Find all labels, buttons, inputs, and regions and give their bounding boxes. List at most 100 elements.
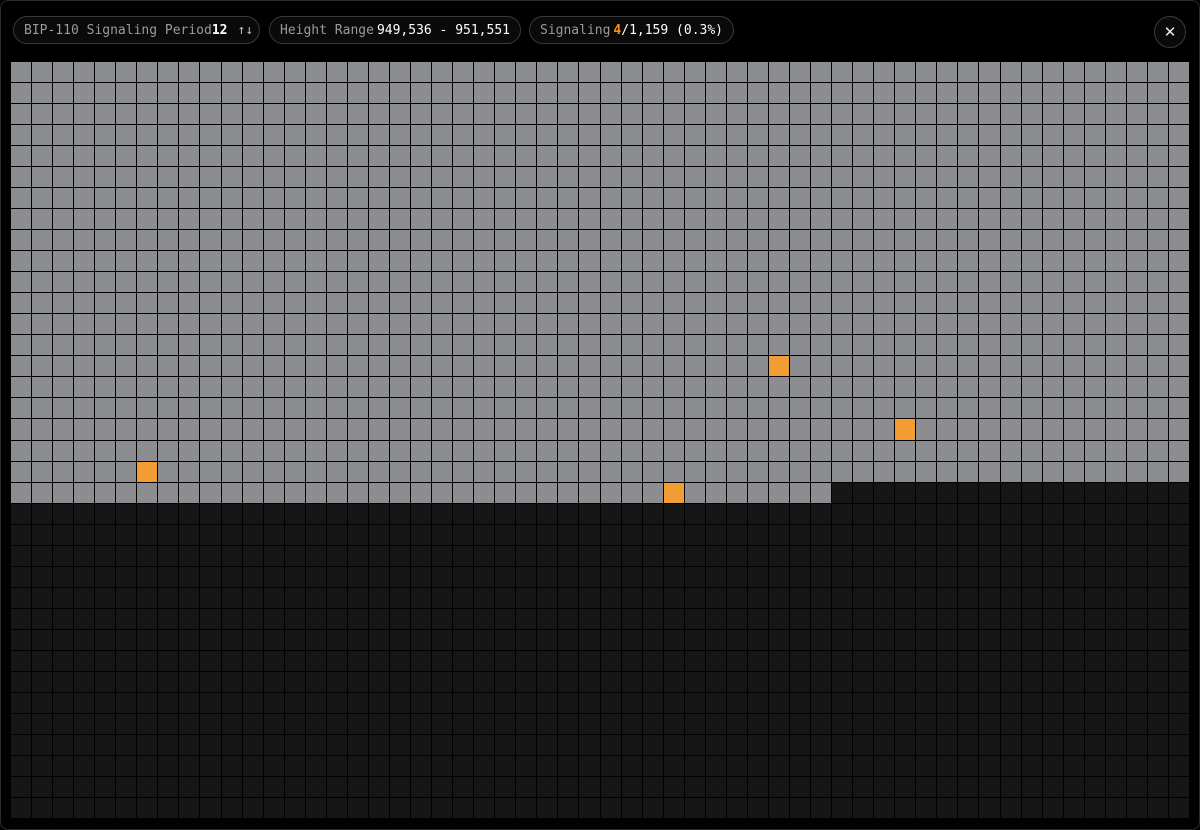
mined-block[interactable] <box>1147 230 1168 251</box>
mined-block[interactable] <box>284 83 305 104</box>
mined-block[interactable] <box>937 188 958 209</box>
mined-block[interactable] <box>389 188 411 209</box>
mined-block[interactable] <box>979 104 1000 125</box>
mined-block[interactable] <box>1042 272 1063 293</box>
mined-block[interactable] <box>600 230 621 251</box>
mined-block[interactable] <box>1147 293 1168 314</box>
mined-block[interactable] <box>663 293 684 314</box>
mined-block[interactable] <box>1147 83 1168 104</box>
mined-block[interactable] <box>726 272 747 293</box>
mined-block[interactable] <box>579 167 600 188</box>
mined-block[interactable] <box>642 104 663 125</box>
mined-block[interactable] <box>495 377 516 398</box>
mined-block[interactable] <box>811 104 832 125</box>
mined-block[interactable] <box>621 482 642 503</box>
mined-block[interactable] <box>11 314 32 335</box>
mined-block[interactable] <box>684 314 705 335</box>
mined-block[interactable] <box>937 398 958 419</box>
mined-block[interactable] <box>1000 356 1021 377</box>
mined-block[interactable] <box>937 335 958 356</box>
mined-block[interactable] <box>284 335 305 356</box>
mined-block[interactable] <box>789 62 811 83</box>
mined-block[interactable] <box>600 419 621 440</box>
mined-block[interactable] <box>242 209 263 230</box>
mined-block[interactable] <box>1105 188 1126 209</box>
mined-block[interactable] <box>642 440 663 461</box>
mined-block[interactable] <box>432 335 453 356</box>
mined-block[interactable] <box>958 419 979 440</box>
mined-block[interactable] <box>663 356 684 377</box>
mined-block[interactable] <box>1126 83 1147 104</box>
mined-block[interactable] <box>453 293 474 314</box>
mined-block[interactable] <box>116 251 137 272</box>
mined-block[interactable] <box>1084 272 1105 293</box>
mined-block[interactable] <box>726 167 747 188</box>
mined-block[interactable] <box>137 62 158 83</box>
mined-block[interactable] <box>789 146 811 167</box>
mined-block[interactable] <box>642 272 663 293</box>
mined-block[interactable] <box>116 314 137 335</box>
mined-block[interactable] <box>1105 146 1126 167</box>
mined-block[interactable] <box>1105 167 1126 188</box>
mined-block[interactable] <box>789 419 811 440</box>
mined-block[interactable] <box>1168 146 1189 167</box>
mined-block[interactable] <box>453 146 474 167</box>
mined-block[interactable] <box>263 104 284 125</box>
mined-block[interactable] <box>74 188 95 209</box>
mined-block[interactable] <box>621 440 642 461</box>
mined-block[interactable] <box>684 398 705 419</box>
mined-block[interactable] <box>305 188 326 209</box>
mined-block[interactable] <box>221 440 242 461</box>
mined-block[interactable] <box>11 209 32 230</box>
mined-block[interactable] <box>558 125 579 146</box>
mined-block[interactable] <box>621 188 642 209</box>
mined-block[interactable] <box>53 104 74 125</box>
mined-block[interactable] <box>474 356 495 377</box>
mined-block[interactable] <box>389 440 411 461</box>
mined-block[interactable] <box>516 167 537 188</box>
mined-block[interactable] <box>768 335 789 356</box>
mined-block[interactable] <box>263 356 284 377</box>
mined-block[interactable] <box>474 482 495 503</box>
mined-block[interactable] <box>95 398 116 419</box>
mined-block[interactable] <box>242 335 263 356</box>
mined-block[interactable] <box>474 398 495 419</box>
mined-block[interactable] <box>179 398 200 419</box>
mined-block[interactable] <box>284 209 305 230</box>
mined-block[interactable] <box>1126 125 1147 146</box>
mined-block[interactable] <box>516 377 537 398</box>
mined-block[interactable] <box>937 293 958 314</box>
mined-block[interactable] <box>558 419 579 440</box>
mined-block[interactable] <box>832 461 853 482</box>
mined-block[interactable] <box>516 83 537 104</box>
mined-block[interactable] <box>263 272 284 293</box>
mined-block[interactable] <box>200 146 221 167</box>
mined-block[interactable] <box>663 167 684 188</box>
mined-block[interactable] <box>347 398 368 419</box>
mined-block[interactable] <box>832 230 853 251</box>
mined-block[interactable] <box>474 314 495 335</box>
mined-block[interactable] <box>537 272 558 293</box>
mined-block[interactable] <box>642 230 663 251</box>
mined-block[interactable] <box>32 293 53 314</box>
mined-block[interactable] <box>432 251 453 272</box>
mined-block[interactable] <box>874 209 895 230</box>
mined-block[interactable] <box>1105 272 1126 293</box>
mined-block[interactable] <box>179 461 200 482</box>
mined-block[interactable] <box>642 62 663 83</box>
mined-block[interactable] <box>432 167 453 188</box>
mined-block[interactable] <box>158 377 179 398</box>
mined-block[interactable] <box>474 419 495 440</box>
mined-block[interactable] <box>200 356 221 377</box>
mined-block[interactable] <box>916 461 937 482</box>
mined-block[interactable] <box>768 104 789 125</box>
mined-block[interactable] <box>347 209 368 230</box>
mined-block[interactable] <box>1126 272 1147 293</box>
mined-block[interactable] <box>642 377 663 398</box>
mined-block[interactable] <box>853 125 874 146</box>
mined-block[interactable] <box>453 335 474 356</box>
mined-block[interactable] <box>979 377 1000 398</box>
mined-block[interactable] <box>579 419 600 440</box>
mined-block[interactable] <box>684 335 705 356</box>
mined-block[interactable] <box>558 188 579 209</box>
